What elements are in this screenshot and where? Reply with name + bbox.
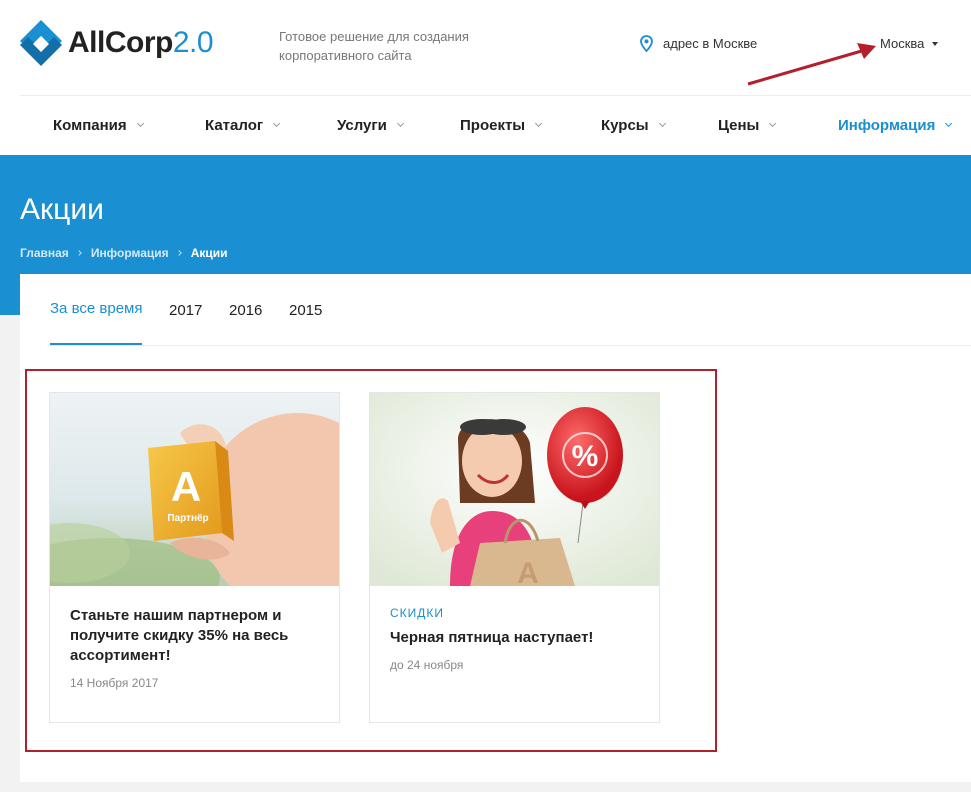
nav-item-catalog[interactable]: Каталог [205, 96, 281, 155]
breadcrumb-current: Акции [190, 246, 228, 260]
nav-label: Каталог [205, 117, 264, 134]
tab-2016[interactable]: 2016 [229, 274, 262, 346]
badge-letter: A [171, 463, 201, 510]
nav-label: Курсы [601, 117, 649, 134]
nav-item-company[interactable]: Компания [53, 96, 144, 155]
chevron-down-icon [535, 119, 543, 128]
tab-all-time[interactable]: За все время [50, 274, 143, 345]
badge-text: Партнёр [167, 513, 208, 524]
card-title[interactable]: Станьте нашим партнером и получите скидк… [70, 606, 319, 666]
nav-item-prices[interactable]: Цены [718, 96, 777, 155]
logo-text: AllCorp2.0 [68, 26, 214, 59]
chevron-down-icon [945, 119, 953, 128]
promo-image-black-friday: % A [370, 393, 659, 586]
breadcrumb-information[interactable]: Информация [91, 246, 169, 260]
chevron-down-icon [136, 119, 144, 128]
nav-item-projects[interactable]: Проекты [460, 96, 543, 155]
nav-item-services[interactable]: Услуги [337, 96, 404, 155]
breadcrumb-home[interactable]: Главная [20, 246, 69, 260]
card-tag[interactable]: скидки [390, 606, 639, 620]
tagline: Готовое решение для создания корпоративн… [279, 29, 469, 63]
promo-image-partner: A Партнёр [50, 393, 339, 586]
site-header: AllCorp2.0 Готовое решение для создания … [0, 0, 971, 155]
nav-item-information[interactable]: Информация [838, 96, 953, 155]
nav-label: Проекты [460, 117, 526, 134]
card-title[interactable]: Черная пятница наступает! [390, 628, 639, 648]
caret-down-icon [932, 41, 939, 46]
logo[interactable]: AllCorp2.0 [20, 20, 214, 66]
page-title: Акции [20, 193, 104, 226]
annotation-arrow-icon [747, 43, 876, 86]
nav-label: Цены [718, 117, 760, 134]
chevron-down-icon [396, 119, 404, 128]
tab-2015[interactable]: 2015 [289, 274, 322, 346]
nav-label: Компания [53, 117, 127, 134]
chevron-down-icon [273, 119, 281, 128]
balloon-label: % [572, 440, 599, 473]
chevron-down-icon [658, 119, 666, 128]
chevron-down-icon [769, 119, 777, 128]
chevron-right-icon [175, 250, 182, 256]
location-pin-icon [640, 35, 653, 52]
nav-label: Услуги [337, 117, 387, 134]
chevron-right-icon [75, 250, 82, 256]
logo-icon [20, 20, 62, 66]
city-selector[interactable]: Москва [880, 36, 939, 51]
promo-card[interactable]: A Партнёр Станьте нашим партнером и полу… [49, 392, 340, 723]
card-date: 14 Ноября 2017 [70, 676, 159, 690]
breadcrumb: Главная Информация Акции [20, 246, 228, 260]
city-label: Москва [880, 36, 925, 51]
card-date: до 24 ноября [390, 658, 464, 672]
year-tabs: За все время 2017 2016 2015 [50, 274, 971, 346]
nav-item-courses[interactable]: Курсы [601, 96, 666, 155]
main-nav: Компания Каталог Услуги Проекты Курсы Це… [0, 96, 971, 155]
card-body: скидки Черная пятница наступает! до 24 н… [370, 586, 659, 672]
nav-label: Информация [838, 117, 936, 134]
bag-letter: A [517, 557, 539, 586]
card-body: Станьте нашим партнером и получите скидк… [50, 586, 339, 690]
tab-2017[interactable]: 2017 [169, 274, 202, 346]
promo-card[interactable]: % A скидки Черная пятница наступает! до … [369, 392, 660, 723]
